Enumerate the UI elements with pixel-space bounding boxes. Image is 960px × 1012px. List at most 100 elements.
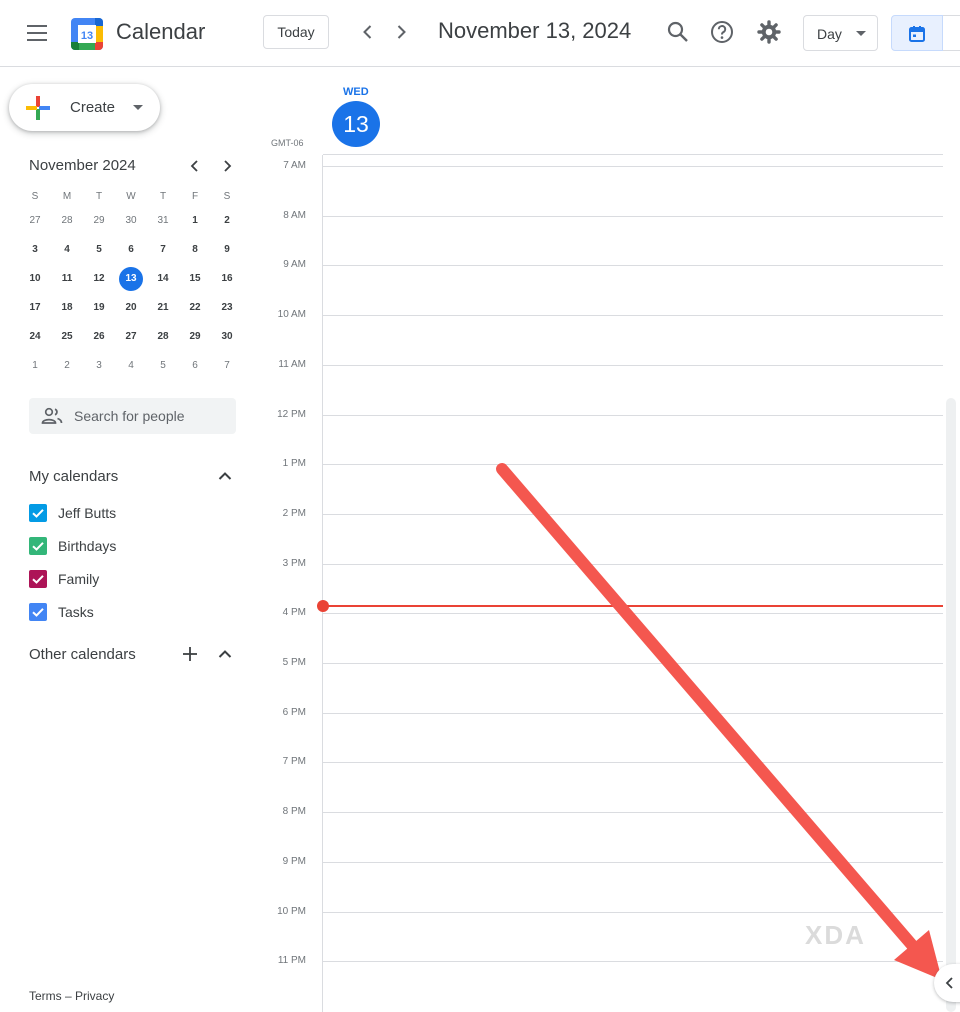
mini-calendar-day[interactable]: 29 [179, 322, 211, 351]
calendar-item-label: Family [58, 571, 100, 587]
mini-calendar-day[interactable]: 3 [19, 235, 51, 264]
mini-calendar-day[interactable]: 2 [51, 351, 83, 380]
weekday-label: M [62, 190, 72, 202]
mini-calendar-day[interactable]: 12 [83, 264, 115, 293]
create-button[interactable]: Create [9, 84, 160, 131]
day-header-number[interactable]: 13 [332, 101, 380, 147]
mini-calendar-day[interactable]: 31 [147, 206, 179, 235]
mini-calendar-day-label: 20 [125, 302, 137, 313]
mini-calendar-day-label: 2 [64, 360, 70, 371]
calendar-view-toggle[interactable] [891, 15, 943, 51]
mini-calendar-day[interactable]: 24 [19, 322, 51, 351]
mini-calendar-grid: S M T W T F S 27 28 29 30 31 1 2 3 4 5 6 7 8 9 10 11 12 13 14 15 16… [19, 186, 243, 380]
settings-gear-icon[interactable] [756, 19, 782, 45]
today-button[interactable]: Today [263, 15, 329, 49]
mini-calendar-day[interactable]: 4 [51, 235, 83, 264]
mini-calendar-day[interactable]: 30 [115, 206, 147, 235]
search-people-placeholder: Search for people [74, 408, 185, 424]
mini-calendar-day[interactable]: 30 [211, 322, 243, 351]
hour-gridline [323, 912, 943, 913]
mini-calendar-day-label: 10 [29, 273, 41, 284]
chevron-right-icon[interactable] [389, 20, 413, 44]
hour-gridline [323, 464, 943, 465]
current-time-dot [317, 600, 329, 612]
tasks-view-toggle[interactable] [943, 15, 960, 51]
mini-calendar-day[interactable]: 1 [19, 351, 51, 380]
mini-calendar-day[interactable]: 20 [115, 293, 147, 322]
create-label: Create [70, 99, 116, 116]
mini-calendar-day[interactable]: 27 [19, 206, 51, 235]
mini-calendar-day[interactable]: 28 [147, 322, 179, 351]
mini-calendar-day-label: 29 [93, 215, 105, 226]
calendar-item[interactable]: Tasks [29, 602, 229, 622]
timezone-label: GMT-06 [271, 138, 304, 148]
mini-calendar-day[interactable]: 13 [115, 264, 147, 293]
chevron-up-icon[interactable] [215, 644, 235, 664]
mini-next-month-icon[interactable] [217, 156, 237, 176]
mini-calendar-day-label: 28 [61, 215, 73, 226]
calendar-item[interactable]: Jeff Butts [29, 503, 229, 523]
checkbox-checked-icon[interactable] [29, 570, 47, 588]
my-calendars-title[interactable]: My calendars [29, 468, 118, 485]
mini-calendar-day[interactable]: 26 [83, 322, 115, 351]
mini-calendar-day[interactable]: 7 [147, 235, 179, 264]
mini-calendar-day[interactable]: 4 [115, 351, 147, 380]
mini-calendar-day[interactable]: 6 [115, 235, 147, 264]
hour-label: 1 PM [282, 458, 306, 470]
mini-calendar-day-label: 27 [125, 331, 137, 342]
mini-calendar-day[interactable]: 2 [211, 206, 243, 235]
hour-gridline [323, 812, 943, 813]
mini-calendar-day-label: 1 [32, 360, 38, 371]
chevron-left-icon[interactable] [356, 20, 380, 44]
side-panel-toggle-button[interactable] [934, 964, 960, 1002]
mini-calendar-day[interactable]: 10 [19, 264, 51, 293]
calendar-item[interactable]: Family [29, 569, 229, 589]
main-menu-icon[interactable] [24, 20, 50, 46]
chevron-up-icon[interactable] [215, 466, 235, 486]
weekday-label: T [95, 190, 103, 202]
add-calendar-plus-icon[interactable] [180, 644, 200, 664]
mini-calendar-day[interactable]: 5 [147, 351, 179, 380]
calendar-item[interactable]: Birthdays [29, 536, 229, 556]
mini-calendar-day[interactable]: 17 [19, 293, 51, 322]
mini-calendar-day[interactable]: 18 [51, 293, 83, 322]
mini-calendar-day[interactable]: 29 [83, 206, 115, 235]
checkbox-checked-icon[interactable] [29, 537, 47, 555]
mini-calendar-day-label: 1 [192, 215, 198, 226]
hour-label: 8 PM [282, 806, 306, 818]
mini-calendar-day[interactable]: 6 [179, 351, 211, 380]
terms-privacy-links[interactable]: Terms – Privacy [29, 989, 114, 1003]
mini-calendar-day[interactable]: 8 [179, 235, 211, 264]
mini-calendar-day[interactable]: 15 [179, 264, 211, 293]
mini-calendar-day-label: 19 [93, 302, 105, 313]
calendar-item-label: Jeff Butts [58, 505, 117, 521]
mini-calendar-day[interactable]: 27 [115, 322, 147, 351]
mini-calendar-day[interactable]: 11 [51, 264, 83, 293]
checkbox-checked-icon[interactable] [29, 603, 47, 621]
mini-calendar-day[interactable]: 28 [51, 206, 83, 235]
mini-calendar-day[interactable]: 16 [211, 264, 243, 293]
search-icon[interactable] [665, 19, 691, 45]
mini-calendar-day[interactable]: 9 [211, 235, 243, 264]
mini-calendar-title: November 2024 [29, 157, 136, 174]
mini-calendar-day[interactable]: 14 [147, 264, 179, 293]
mini-calendar-day[interactable]: 23 [211, 293, 243, 322]
mini-calendar-day-label: 14 [157, 273, 169, 284]
search-people-input[interactable]: Search for people [29, 398, 236, 434]
mini-calendar-day-label: 21 [157, 302, 169, 313]
view-select-dropdown[interactable]: Day [803, 15, 878, 51]
mini-calendar-day[interactable]: 3 [83, 351, 115, 380]
mini-prev-month-icon[interactable] [185, 156, 205, 176]
mini-calendar-day[interactable]: 19 [83, 293, 115, 322]
checkbox-checked-icon[interactable] [29, 504, 47, 522]
mini-calendar-day[interactable]: 5 [83, 235, 115, 264]
mini-calendar-day[interactable]: 21 [147, 293, 179, 322]
mini-calendar-day-label: 15 [189, 273, 201, 284]
hour-label: 6 PM [282, 706, 306, 718]
scrollbar[interactable] [946, 398, 956, 1012]
mini-calendar-day[interactable]: 1 [179, 206, 211, 235]
help-icon[interactable] [709, 19, 735, 45]
mini-calendar-day[interactable]: 22 [179, 293, 211, 322]
mini-calendar-day[interactable]: 25 [51, 322, 83, 351]
mini-calendar-day[interactable]: 7 [211, 351, 243, 380]
